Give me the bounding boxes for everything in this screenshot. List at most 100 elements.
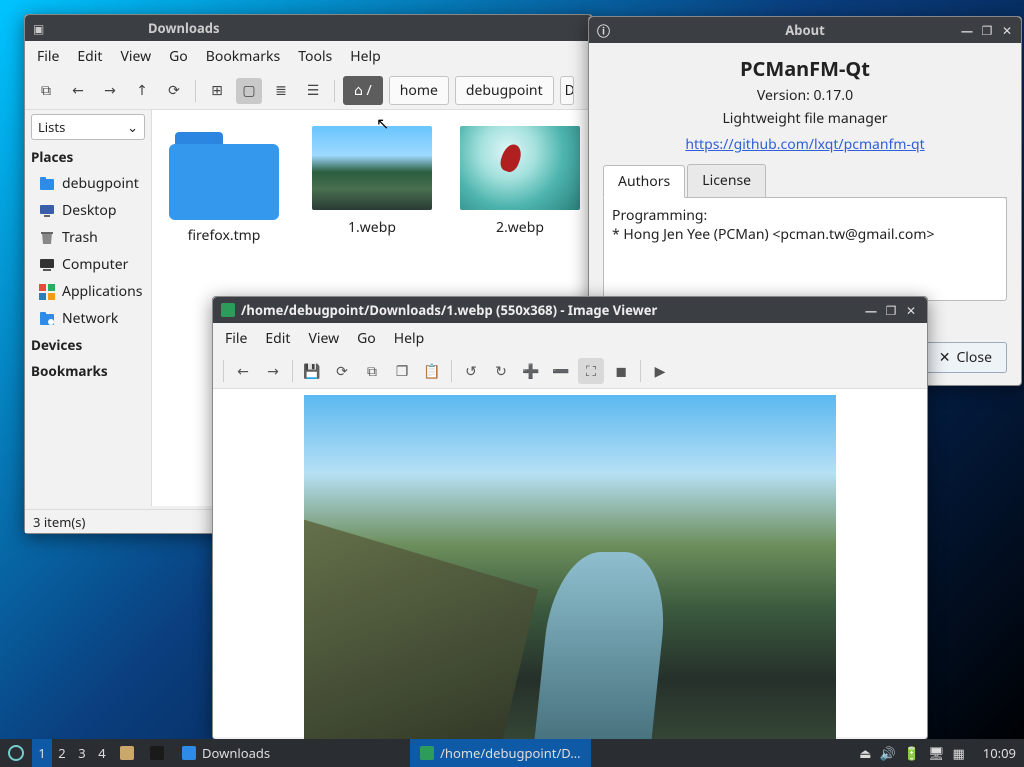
menu-icon	[8, 745, 24, 761]
fm-toolbar: ⧉ ← → ↑ ⟳ ⊞ ▢ ≣ ☰ ⌂ / home debugpoint D	[25, 72, 592, 110]
close-window-button[interactable]: ✕	[903, 302, 919, 318]
saveas-icon[interactable]: ⧉	[359, 358, 385, 384]
file-2-webp[interactable]: 2.webp	[460, 126, 580, 237]
workspace-3[interactable]: 3	[72, 739, 92, 767]
fit-window-icon[interactable]: ⛶	[578, 358, 604, 384]
battery-icon[interactable]: 🔋	[904, 744, 920, 762]
view-compact-icon[interactable]: ☰	[300, 78, 326, 104]
volume-icon[interactable]: 🔊	[880, 744, 896, 762]
network-tray-icon[interactable]: 🖥	[928, 744, 945, 762]
view-thumb-icon[interactable]: ▢	[236, 78, 262, 104]
view-grid-icon[interactable]: ⊞	[204, 78, 230, 104]
back-icon[interactable]: ←	[65, 78, 91, 104]
menu-file[interactable]: File	[37, 47, 59, 66]
minimize-button[interactable]: —	[959, 22, 975, 38]
fm-title: Downloads	[50, 19, 317, 37]
app-name: PCManFM-Qt	[603, 55, 1007, 82]
iv-menubar: File Edit View Go Help	[213, 323, 927, 354]
paste-icon[interactable]: 📋	[419, 358, 445, 384]
launcher-term[interactable]	[142, 739, 172, 767]
about-titlebar[interactable]: ⓘ About — ❐ ✕	[589, 17, 1021, 43]
side-mode-combo[interactable]: Lists ⌄	[31, 114, 145, 140]
folder-icon	[182, 746, 196, 760]
launcher-fm[interactable]	[112, 739, 142, 767]
next-icon[interactable]: →	[260, 358, 286, 384]
iv-title: /home/debugpoint/Downloads/1.webp (550x3…	[241, 301, 657, 319]
places-desktop[interactable]: Desktop	[25, 197, 151, 224]
file-1-webp[interactable]: 1.webp	[312, 126, 432, 237]
slideshow-icon[interactable]: ▶	[647, 358, 673, 384]
start-menu[interactable]	[0, 739, 32, 767]
fm-titlebar[interactable]: ▣ Downloads	[25, 15, 592, 41]
menu-bookmarks[interactable]: Bookmarks	[206, 47, 280, 66]
task-downloads[interactable]: Downloads	[172, 739, 280, 767]
app-version: Version: 0.17.0	[603, 86, 1007, 105]
iv-titlebar[interactable]: /home/debugpoint/Downloads/1.webp (550x3…	[213, 297, 927, 323]
terminal-icon	[150, 746, 164, 760]
home-icon	[39, 176, 55, 192]
places-network[interactable]: Network	[25, 305, 151, 332]
maximize-button[interactable]: ❐	[883, 302, 899, 318]
menu-go[interactable]: Go	[169, 47, 188, 66]
places-applications[interactable]: Applications	[25, 278, 151, 305]
original-size-icon[interactable]: ◼	[608, 358, 634, 384]
iv-menu-help[interactable]: Help	[394, 329, 425, 348]
reload-icon[interactable]: ⟳	[161, 78, 187, 104]
menu-view[interactable]: View	[120, 47, 151, 66]
refresh-icon[interactable]: ⟳	[329, 358, 355, 384]
save-icon[interactable]: 💾	[299, 358, 325, 384]
about-title: About	[785, 21, 824, 39]
eject-icon[interactable]: ⏏	[859, 744, 871, 762]
workspace-4[interactable]: 4	[92, 739, 112, 767]
about-body: PCManFM-Qt Version: 0.17.0 Lightweight f…	[589, 43, 1021, 313]
workspace-1[interactable]: 1	[32, 739, 52, 767]
tab-license[interactable]: License	[687, 164, 766, 197]
path-home[interactable]: home	[389, 76, 449, 105]
new-tab-icon[interactable]: ⧉	[33, 78, 59, 104]
prev-icon[interactable]: ←	[230, 358, 256, 384]
places-home[interactable]: debugpoint	[25, 170, 151, 197]
picture-icon	[221, 303, 235, 317]
path-debugpoint[interactable]: debugpoint	[455, 76, 554, 105]
iv-menu-file[interactable]: File	[225, 329, 247, 348]
iv-menu-go[interactable]: Go	[357, 329, 376, 348]
close-window-button[interactable]: ✕	[999, 22, 1015, 38]
menu-help[interactable]: Help	[350, 47, 381, 66]
about-tabs: Authors License	[603, 164, 1007, 198]
iv-menu-view[interactable]: View	[308, 329, 339, 348]
iv-canvas[interactable]	[213, 389, 927, 737]
forward-icon[interactable]: →	[97, 78, 123, 104]
fm-sidepanel: Lists ⌄ Places debugpoint Desktop Trash …	[25, 110, 152, 506]
minimize-button[interactable]: —	[863, 302, 879, 318]
close-button[interactable]: ✕ Close	[924, 342, 1007, 373]
menu-tools[interactable]: Tools	[298, 47, 332, 66]
maximize-button[interactable]: ❐	[979, 22, 995, 38]
file-firefox-tmp[interactable]: firefox.tmp	[164, 126, 284, 245]
copy-icon[interactable]: ❐	[389, 358, 415, 384]
apps-icon	[39, 284, 55, 300]
bookmarks-heading: Bookmarks	[25, 358, 151, 384]
authors-text[interactable]: Programming: * Hong Jen Yee (PCMan) <pcm…	[603, 197, 1007, 301]
zoom-out-icon[interactable]: ➖	[548, 358, 574, 384]
fm-menubar: File Edit View Go Bookmarks Tools Help	[25, 41, 592, 72]
iv-menu-edit[interactable]: Edit	[265, 329, 290, 348]
workspace-2[interactable]: 2	[52, 739, 72, 767]
rotate-cw-icon[interactable]: ↻	[488, 358, 514, 384]
places-trash[interactable]: Trash	[25, 224, 151, 251]
clock[interactable]: 10:09	[975, 739, 1024, 767]
view-list-icon[interactable]: ≣	[268, 78, 294, 104]
info-icon: ⓘ	[597, 21, 610, 40]
up-icon[interactable]: ↑	[129, 78, 155, 104]
image-content	[304, 395, 836, 751]
zoom-in-icon[interactable]: ➕	[518, 358, 544, 384]
places-computer[interactable]: Computer	[25, 251, 151, 278]
path-downloads[interactable]: D	[560, 76, 574, 105]
task-imageviewer[interactable]: /home/debugpoint/D…	[410, 739, 590, 767]
cpu-icon[interactable]: ▦	[952, 744, 964, 762]
folder-icon	[120, 746, 134, 760]
tab-authors[interactable]: Authors	[603, 165, 685, 198]
app-url[interactable]: https://github.com/lxqt/pcmanfm-qt	[685, 135, 924, 154]
rotate-ccw-icon[interactable]: ↺	[458, 358, 484, 384]
menu-edit[interactable]: Edit	[77, 47, 102, 66]
path-root[interactable]: ⌂ /	[343, 76, 383, 105]
